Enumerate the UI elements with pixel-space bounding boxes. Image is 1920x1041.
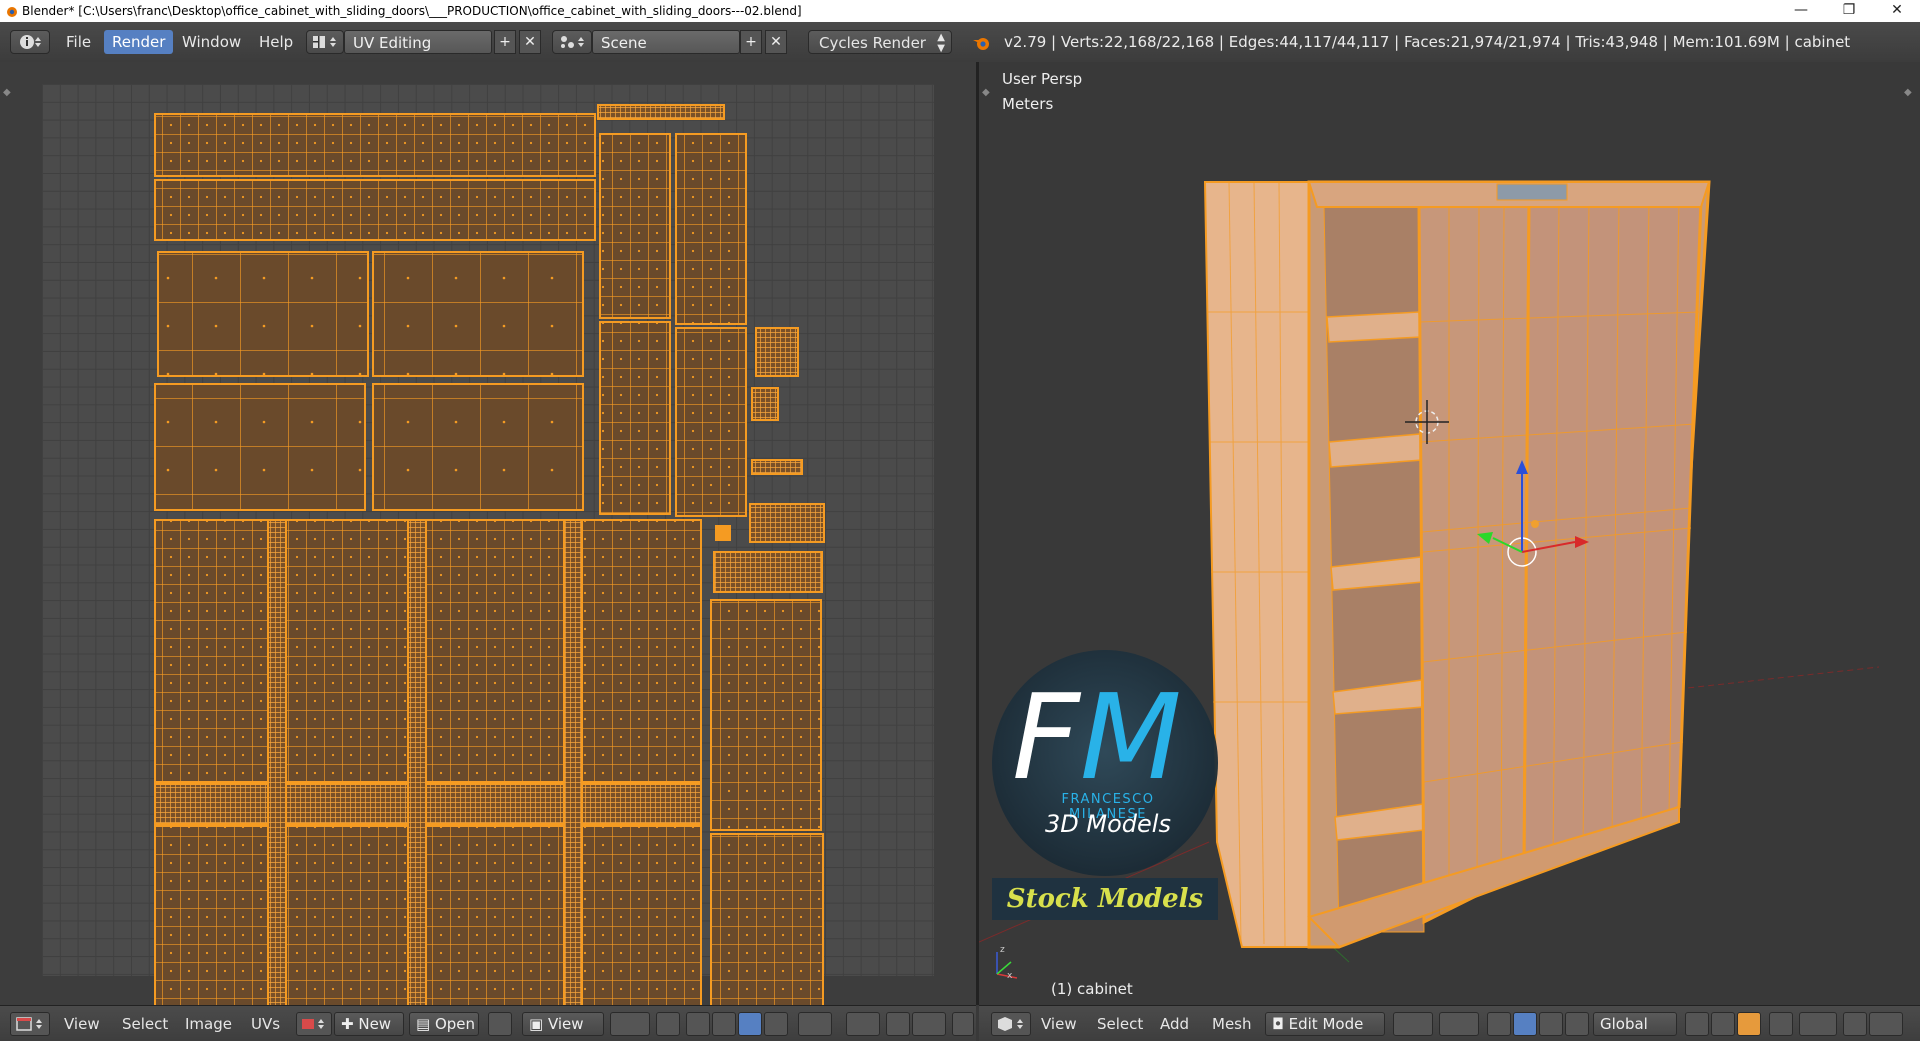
blender-logo-icon xyxy=(973,38,989,50)
transform-orientation-label: Global xyxy=(1600,1015,1648,1033)
folder-icon: ▤ xyxy=(416,1015,435,1033)
new-image-label: New xyxy=(358,1015,392,1033)
view3d-menu-add[interactable]: Add xyxy=(1160,1015,1189,1033)
render-engine-label: Cycles Render xyxy=(819,34,926,52)
scene-browse-button[interactable] xyxy=(552,30,592,54)
select-island-icon[interactable] xyxy=(764,1012,788,1036)
watermark-fm-logo: FM xyxy=(1012,668,1182,806)
transform-orientation-dropdown[interactable]: Global xyxy=(1593,1012,1677,1036)
edge-select-mode-icon[interactable] xyxy=(1711,1012,1735,1036)
axis-gizmo-icon: z x xyxy=(996,945,1018,981)
close-window-button[interactable]: ✕ xyxy=(1874,0,1920,22)
scene-field[interactable]: Scene xyxy=(592,30,740,54)
info-header: File Render Window Help UV Editing + ✕ S… xyxy=(0,22,1920,63)
viewport-shading-dropdown[interactable] xyxy=(1393,1012,1433,1036)
delete-screen-button[interactable]: ✕ xyxy=(519,30,541,54)
view-mode-dropdown[interactable]: ▣ View xyxy=(522,1012,604,1036)
proportional-edit-3d-dropdown[interactable] xyxy=(1799,1012,1837,1036)
select-face-icon[interactable] xyxy=(738,1012,762,1036)
select-edge-icon[interactable] xyxy=(712,1012,736,1036)
uv-menu-select[interactable]: Select xyxy=(122,1015,168,1033)
image-editor-icon xyxy=(16,1017,42,1031)
edit-mode-icon: ◘ xyxy=(1272,1015,1289,1033)
interaction-mode-label: Edit Mode xyxy=(1288,1015,1364,1033)
svg-text:x: x xyxy=(1007,971,1013,981)
vertex-select-mode-icon[interactable] xyxy=(1685,1012,1709,1036)
translate-manipulator-icon[interactable] xyxy=(1513,1012,1537,1036)
scene-icon xyxy=(561,36,584,48)
sticky-selection-icon[interactable] xyxy=(656,1012,680,1036)
channels-icon[interactable] xyxy=(952,1012,974,1036)
window-title: Blender* [C:\Users\franc\Desktop\office_… xyxy=(22,4,802,18)
open-image-button[interactable]: ▤ Open xyxy=(409,1012,479,1036)
uv-sync-dropdown[interactable] xyxy=(798,1012,832,1036)
watermark-badge-text: Stock Models xyxy=(1006,884,1204,914)
interaction-mode-dropdown[interactable]: ◘ Edit Mode xyxy=(1265,1012,1385,1036)
editor-type-uv-button[interactable] xyxy=(10,1012,50,1036)
face-select-mode-icon[interactable] xyxy=(1737,1012,1761,1036)
svg-text:z: z xyxy=(1000,945,1005,955)
occlude-geometry-icon[interactable] xyxy=(1769,1012,1793,1036)
view-mode-icon: ▣ xyxy=(529,1015,548,1033)
scale-manipulator-icon[interactable] xyxy=(1565,1012,1589,1036)
view3d-menu-select[interactable]: Select xyxy=(1097,1015,1143,1033)
snap-3d-icon[interactable] xyxy=(1843,1012,1867,1036)
image-browse-icon xyxy=(302,1019,324,1029)
uv-menu-uvs[interactable]: UVs xyxy=(251,1015,280,1033)
new-image-button[interactable]: ✚ New xyxy=(334,1012,404,1036)
snap-icon[interactable] xyxy=(886,1012,910,1036)
render-engine-dropdown[interactable]: Cycles Render ▲ ▼ xyxy=(808,30,952,54)
select-vertex-icon[interactable] xyxy=(686,1012,710,1036)
dropdown-arrows-icon: ▲ ▼ xyxy=(937,32,945,54)
pivot-point-dropdown[interactable] xyxy=(610,1012,650,1036)
view-mode-label: View xyxy=(547,1015,584,1033)
screen-layout-browse-button[interactable] xyxy=(306,30,344,54)
uv-menu-view[interactable]: View xyxy=(64,1015,100,1033)
view3d-menu-mesh[interactable]: Mesh xyxy=(1212,1015,1252,1033)
watermark-subtitle: 3D Models xyxy=(1045,810,1171,838)
uv-menu-image[interactable]: Image xyxy=(185,1015,232,1033)
menu-render[interactable]: Render xyxy=(104,30,174,54)
plus-icon: ✚ xyxy=(341,1015,359,1033)
3d-view-icon xyxy=(998,1017,1023,1031)
proportional-editing-dropdown[interactable] xyxy=(846,1012,880,1036)
minimize-button[interactable]: — xyxy=(1778,0,1824,22)
view3d-menu-view[interactable]: View xyxy=(1041,1015,1077,1033)
menu-file[interactable]: File xyxy=(58,30,99,54)
uv-image-editor[interactable]: ◆ xyxy=(0,62,976,1005)
screen-layout-field[interactable]: UV Editing xyxy=(344,30,492,54)
open-image-label: Open xyxy=(434,1015,476,1033)
menu-help[interactable]: Help xyxy=(251,30,301,54)
pin-icon[interactable] xyxy=(488,1012,512,1036)
info-icon xyxy=(20,35,41,49)
editor-type-3d-button[interactable] xyxy=(991,1012,1031,1036)
rotate-manipulator-icon[interactable] xyxy=(1539,1012,1563,1036)
add-scene-button[interactable]: + xyxy=(740,30,762,54)
delete-scene-button[interactable]: ✕ xyxy=(765,30,787,54)
screen-layout-icon xyxy=(313,36,336,48)
maximize-button[interactable]: ❐ xyxy=(1826,0,1872,22)
uv-editor-header: View Select Image UVs ✚ New ▤ Open ▣ Vie… xyxy=(0,1005,976,1041)
scene-statistics: v2.79 | Verts:22,168/22,168 | Edges:44,1… xyxy=(1004,33,1851,51)
browse-image-button[interactable] xyxy=(296,1012,332,1036)
3d-view-header: View Select Add Mesh ◘ Edit Mode Global xyxy=(979,1005,1920,1041)
pivot-point-3d-dropdown[interactable] xyxy=(1439,1012,1479,1036)
manipulator-toggle-icon[interactable] xyxy=(1487,1012,1511,1036)
window-titlebar: Blender* [C:\Users\franc\Desktop\office_… xyxy=(0,0,1920,22)
editor-type-info-button[interactable] xyxy=(10,30,50,54)
blender-logo-icon xyxy=(7,7,17,17)
add-screen-button[interactable]: + xyxy=(494,30,516,54)
snap-element-3d-dropdown[interactable] xyxy=(1869,1012,1903,1036)
uv-islands-layout[interactable] xyxy=(0,62,976,1005)
snap-element-dropdown[interactable] xyxy=(912,1012,946,1036)
menu-window[interactable]: Window xyxy=(174,30,249,54)
